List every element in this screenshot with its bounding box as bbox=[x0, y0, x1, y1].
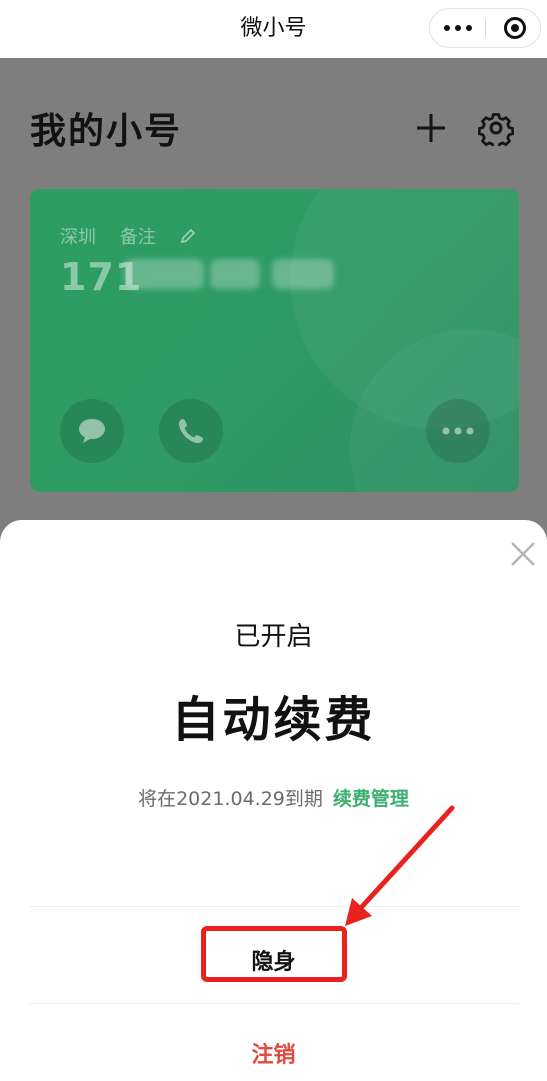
capsule-menu bbox=[429, 8, 541, 48]
bottom-sheet: 已开启 自动续费 将在2021.04.29到期 续费管理 隐身 注销 bbox=[0, 520, 547, 1081]
blurred-number bbox=[124, 259, 204, 289]
target-circle-icon[interactable] bbox=[504, 17, 526, 39]
card-note-label: 备注 bbox=[119, 227, 156, 248]
annotation-highlight-box bbox=[201, 926, 347, 982]
blurred-number bbox=[210, 259, 260, 289]
phone-icon bbox=[178, 419, 203, 444]
feature-title: 自动续费 bbox=[171, 692, 376, 748]
cancel-account-button[interactable]: 注销 bbox=[0, 1037, 547, 1069]
close-icon[interactable] bbox=[509, 540, 537, 568]
more-icon bbox=[442, 427, 474, 435]
plus-icon[interactable] bbox=[413, 110, 449, 146]
expire-text: 将在2021.04.29到期 bbox=[138, 788, 323, 810]
account-card[interactable]: 深圳 备注 171 bbox=[30, 189, 519, 492]
phone-button[interactable] bbox=[159, 399, 223, 463]
gear-icon[interactable] bbox=[478, 110, 514, 146]
message-button[interactable] bbox=[60, 399, 124, 463]
mini-program-navbar: 微小号 bbox=[0, 0, 547, 58]
renewal-manage-link[interactable]: 续费管理 bbox=[333, 788, 409, 810]
card-meta: 深圳 备注 bbox=[60, 223, 215, 249]
more-button[interactable] bbox=[426, 399, 490, 463]
divider bbox=[30, 906, 519, 907]
capsule-divider bbox=[485, 19, 486, 37]
card-note[interactable]: 备注 bbox=[120, 227, 198, 248]
message-icon bbox=[79, 419, 105, 443]
more-dots-icon[interactable] bbox=[430, 9, 485, 47]
card-region: 深圳 bbox=[60, 227, 96, 248]
expire-line: 将在2021.04.29到期 续费管理 bbox=[0, 784, 547, 811]
page-title: 我的小号 bbox=[30, 111, 183, 152]
blurred-number bbox=[272, 259, 334, 289]
status-label: 已开启 bbox=[234, 622, 313, 652]
divider bbox=[30, 1003, 519, 1004]
pencil-icon bbox=[181, 228, 196, 244]
